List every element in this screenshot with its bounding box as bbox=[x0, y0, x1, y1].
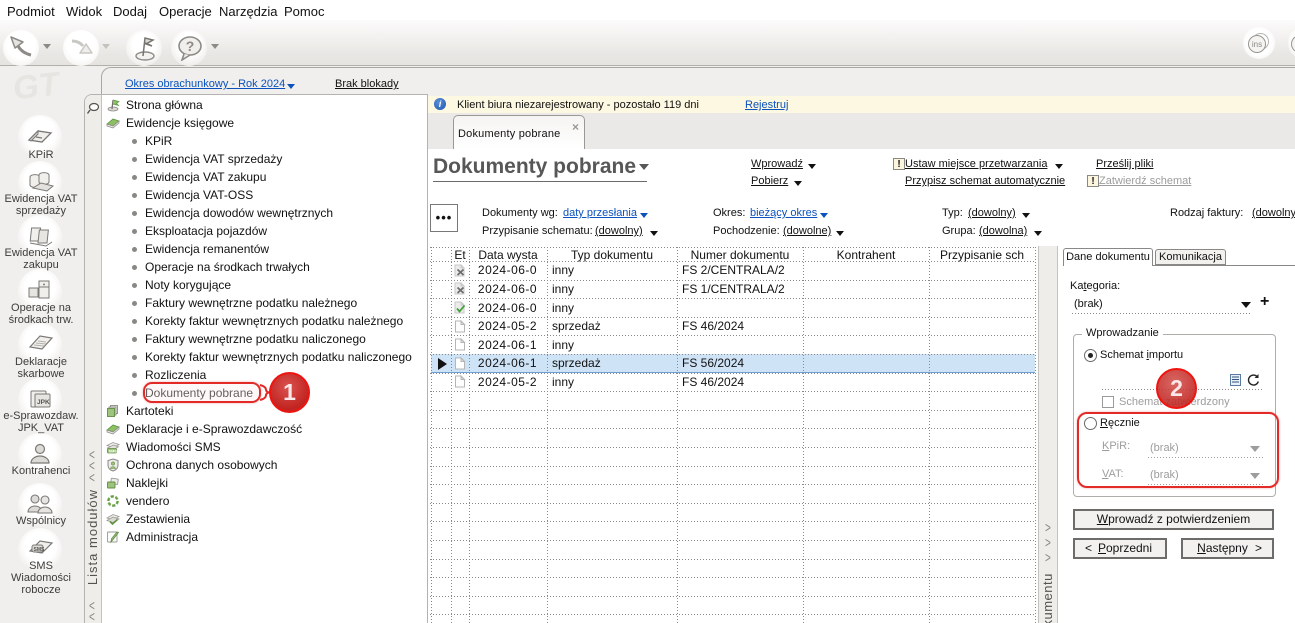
svg-text:?: ? bbox=[186, 38, 195, 54]
svg-text:SMS: SMS bbox=[109, 449, 118, 453]
svg-text:JPK: JPK bbox=[37, 399, 50, 406]
svg-text:SMS: SMS bbox=[34, 547, 46, 553]
